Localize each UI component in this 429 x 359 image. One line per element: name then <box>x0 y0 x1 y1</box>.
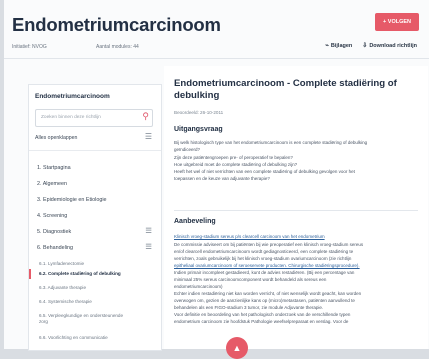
sidebar: Endometriumcarcinoom Zoeken binnen deze … <box>28 84 162 351</box>
expand-all-icon[interactable]: ☰ <box>145 132 152 141</box>
sidebar-item-algemeen[interactable]: 2. Algemeen <box>37 181 67 187</box>
recommendation-line: verrichten, zoals gebruikelijk bij het k… <box>174 256 352 261</box>
recommendation-line: De commissie adviseert om bij patiënten … <box>174 242 364 247</box>
open-all-link[interactable]: Alles openklappen <box>35 135 77 141</box>
subsection-link[interactable]: Klinisch vroeg-stadium sereus p/s clearc… <box>174 234 325 239</box>
page: Endometriumcarcinoom + VOLGEN Initiatief… <box>4 0 429 359</box>
recommendation-line: en/of clearcell endometriumcarcinoom wor… <box>174 249 354 254</box>
sidebar-subitem-verpleegkundige-zorg[interactable]: 6.5. Verpleegkundige en ondersteunende z… <box>39 313 129 325</box>
sidebar-item-screening[interactable]: 4. Screening <box>37 213 67 219</box>
sidebar-subitem-systemische-therapie[interactable]: 6.4. Systemische therapie <box>39 299 92 304</box>
section-heading-aanbeveling: Aanbeveling <box>174 218 216 225</box>
sidebar-subitem-adjuvante-therapie[interactable]: 6.3. Adjuvante therapie <box>39 285 86 290</box>
sidebar-title: Endometriumcarcinoom <box>35 93 110 100</box>
sidebar-item-epidemiologie[interactable]: 3. Epidemiologie en Etiologie <box>37 197 107 203</box>
recommendation-line: minimaal 25% sereus carcinoomcomponent w… <box>174 277 327 282</box>
section-heading-uitgangsvraag: Uitgangsvraag <box>174 126 223 133</box>
content-title: Endometriumcarcinoom - Complete stadiëri… <box>174 78 397 101</box>
download-label: Download richtlijn <box>369 43 417 49</box>
recommendation-line: Echter indien restadiëring niet kan word… <box>174 291 362 296</box>
sidebar-item-diagnostiek[interactable]: 5. Diagnostiek <box>37 229 71 235</box>
recommendation-line: endometrium carcinoom zie hoofdstuk Path… <box>174 319 349 324</box>
recommendation-line-link[interactable]: epitheliaal ovariumcarcinoom of seroeser… <box>174 263 360 268</box>
sidebar-item-startpagina[interactable]: 1. Startpagina <box>37 165 71 171</box>
sidebar-subitem-complete-stadiering[interactable]: 6.2. Complete stadiëring of debulking <box>39 271 121 276</box>
content-divider <box>174 210 418 211</box>
attachments-label: Bijlagen <box>330 43 353 49</box>
initiative-meta: Initiatief: NVOG <box>12 44 47 50</box>
page-title: Endometriumcarcinoom <box>12 14 221 35</box>
recommendation-line: Voor definitie en beoordeling van het pa… <box>174 312 351 317</box>
scroll-top-button[interactable]: ▲ <box>226 337 248 359</box>
follow-button[interactable]: + VOLGEN <box>375 13 419 31</box>
download-link[interactable]: ⇩ Download richtlijn <box>362 42 417 49</box>
sidebar-divider <box>29 150 161 151</box>
question-line: Bij welk histologisch type van het endom… <box>174 140 368 145</box>
active-indicator <box>29 269 31 279</box>
main-content: Endometriumcarcinoom - Complete stadiëri… <box>164 66 428 349</box>
recommendation-line: Indien primair incompleet gestadieerd, k… <box>174 270 355 275</box>
sidebar-search-input[interactable]: Zoeken binnen deze richtlijn ⚲ <box>35 109 153 127</box>
question-line: Heeft het wel of niet verrichten van een… <box>174 169 355 174</box>
question-line: toepassen en de keuze van adjuvante ther… <box>174 176 270 181</box>
paperclip-icon: ⌁ <box>325 43 329 49</box>
search-icon[interactable]: ⚲ <box>142 111 149 122</box>
sidebar-item-behandeling[interactable]: 6. Behandeling <box>37 245 73 251</box>
search-placeholder: Zoeken binnen deze richtlijn <box>41 115 101 120</box>
question-line: geïndiceerd? <box>174 147 201 152</box>
review-date: Beoordeeld: 26-10-2011 <box>174 110 224 115</box>
header-links: ⌁ Bijlagen ⇩ Download richtlijn <box>325 42 417 49</box>
modules-meta: Aantal modules: 44 <box>96 44 139 50</box>
download-icon: ⇩ <box>362 43 368 49</box>
question-line: Hoe uitgebreid moet de complete stadiëri… <box>174 162 298 167</box>
diagnostiek-menu-icon[interactable]: ☰ <box>145 226 152 235</box>
header-divider <box>4 58 429 59</box>
sidebar-subitem-lymfadenectomie[interactable]: 6.1. Lymfadenectomie <box>39 261 84 266</box>
recommendation-line: overwogen om, gezien de aanzienlijke kan… <box>174 298 355 303</box>
behandeling-menu-icon[interactable]: ☰ <box>145 242 152 251</box>
recommendation-line: endometriumcarcinoom) <box>174 284 223 289</box>
attachments-link[interactable]: ⌁ Bijlagen <box>325 42 352 49</box>
question-line: Zijn deze patiëntengroepen pre- of perop… <box>174 155 293 160</box>
sidebar-subitem-voorlichting[interactable]: 6.6. Voorlichting en communicatie <box>39 335 108 340</box>
chevron-up-icon: ▲ <box>232 343 242 353</box>
recommendation-line: behandelen als een FIGO-stadium 3 tumor,… <box>174 305 324 310</box>
